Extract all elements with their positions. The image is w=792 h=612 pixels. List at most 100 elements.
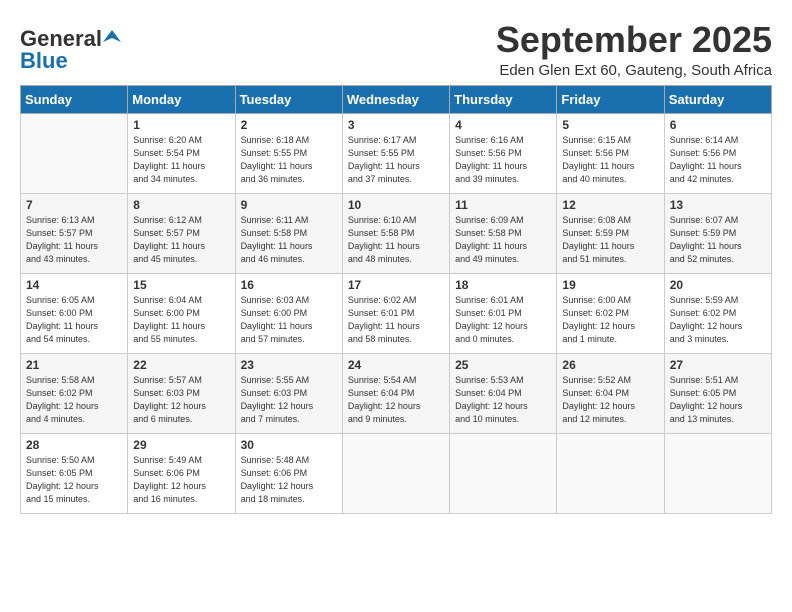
calendar-cell: 18Sunrise: 6:01 AMSunset: 6:01 PMDayligh… — [450, 273, 557, 353]
day-number: 19 — [562, 278, 658, 292]
day-number: 3 — [348, 118, 444, 132]
day-number: 4 — [455, 118, 551, 132]
day-number: 30 — [241, 438, 337, 452]
day-info: Sunrise: 6:16 AMSunset: 5:56 PMDaylight:… — [455, 134, 551, 186]
day-header-monday: Monday — [128, 85, 235, 113]
calendar-cell: 10 Sunrise: 6:10 AMSunset: 5:58 PMDayligh… — [342, 193, 449, 273]
calendar-week-4: 21 Sunrise: 5:58 AMSunset: 6:02 PMDayligh… — [21, 353, 772, 433]
calendar-cell: 9 Sunrise: 6:11 AMSunset: 5:58 PMDaylight… — [235, 193, 342, 273]
calendar-cell — [342, 433, 449, 513]
calendar-cell — [450, 433, 557, 513]
day-info: Sunrise: 5:48 AMSunset: 6:06 PMDaylight:… — [241, 454, 337, 506]
calendar-cell: 29 Sunrise: 5:49 AMSunset: 6:06 PMDayligh… — [128, 433, 235, 513]
day-header-wednesday: Wednesday — [342, 85, 449, 113]
calendar-week-2: 7Sunrise: 6:13 AMSunset: 5:57 PMDaylight… — [21, 193, 772, 273]
calendar-cell: 3 Sunrise: 6:17 AMSunset: 5:55 PMDaylight… — [342, 113, 449, 193]
calendar-cell: 23 Sunrise: 5:55 AMSunset: 6:03 PMDayligh… — [235, 353, 342, 433]
day-number: 20 — [670, 278, 766, 292]
day-info: Sunrise: 6:00 AMSunset: 6:02 PMDaylight:… — [562, 294, 658, 346]
day-info: Sunrise: 5:52 AMSunset: 6:04 PMDaylight:… — [562, 374, 658, 426]
day-info: Sunrise: 6:18 AMSunset: 5:55 PMDaylight:… — [241, 134, 337, 186]
day-number: 13 — [670, 198, 766, 212]
day-info: Sunrise: 6:10 AMSunset: 5:58 PMDaylight:… — [348, 214, 444, 266]
day-info: Sunrise: 5:50 AMSunset: 6:05 PMDaylight:… — [26, 454, 122, 506]
day-info: Sunrise: 6:03 AMSunset: 6:00 PMDaylight:… — [241, 294, 337, 346]
day-header-sunday: Sunday — [21, 85, 128, 113]
location-title: Eden Glen Ext 60, Gauteng, South Africa — [496, 62, 772, 79]
calendar-table: SundayMondayTuesdayWednesdayThursdayFrid… — [20, 85, 772, 514]
calendar-header-row: SundayMondayTuesdayWednesdayThursdayFrid… — [21, 85, 772, 113]
day-info: Sunrise: 6:15 AMSunset: 5:56 PMDaylight:… — [562, 134, 658, 186]
calendar-cell: 6 Sunrise: 6:14 AMSunset: 5:56 PMDaylight… — [664, 113, 771, 193]
calendar-cell: 21 Sunrise: 5:58 AMSunset: 6:02 PMDayligh… — [21, 353, 128, 433]
calendar-cell: 11 Sunrise: 6:09 AMSunset: 5:58 PMDayligh… — [450, 193, 557, 273]
day-info: Sunrise: 5:58 AMSunset: 6:02 PMDaylight:… — [26, 374, 122, 426]
day-number: 14 — [26, 278, 122, 292]
day-info: Sunrise: 6:14 AMSunset: 5:56 PMDaylight:… — [670, 134, 766, 186]
day-info: Sunrise: 5:59 AMSunset: 6:02 PMDaylight:… — [670, 294, 766, 346]
logo-blue-text: Blue — [20, 50, 68, 72]
day-number: 16 — [241, 278, 337, 292]
logo-bird-icon — [103, 28, 121, 46]
day-number: 25 — [455, 358, 551, 372]
day-info: Sunrise: 6:09 AMSunset: 5:58 PMDaylight:… — [455, 214, 551, 266]
calendar-cell — [557, 433, 664, 513]
day-number: 12 — [562, 198, 658, 212]
day-number: 26 — [562, 358, 658, 372]
day-header-thursday: Thursday — [450, 85, 557, 113]
calendar-cell: 30 Sunrise: 5:48 AMSunset: 6:06 PMDayligh… — [235, 433, 342, 513]
calendar-cell: 2 Sunrise: 6:18 AMSunset: 5:55 PMDaylight… — [235, 113, 342, 193]
calendar-cell: 5 Sunrise: 6:15 AMSunset: 5:56 PMDaylight… — [557, 113, 664, 193]
day-number: 11 — [455, 198, 551, 212]
day-info: Sunrise: 5:55 AMSunset: 6:03 PMDaylight:… — [241, 374, 337, 426]
calendar-cell: 1Sunrise: 6:20 AMSunset: 5:54 PMDaylight… — [128, 113, 235, 193]
day-number: 17 — [348, 278, 444, 292]
day-number: 2 — [241, 118, 337, 132]
day-number: 5 — [562, 118, 658, 132]
calendar-week-1: 1Sunrise: 6:20 AMSunset: 5:54 PMDaylight… — [21, 113, 772, 193]
calendar-cell: 26 Sunrise: 5:52 AMSunset: 6:04 PMDayligh… — [557, 353, 664, 433]
day-info: Sunrise: 6:20 AMSunset: 5:54 PMDaylight:… — [133, 134, 229, 186]
day-info: Sunrise: 5:49 AMSunset: 6:06 PMDaylight:… — [133, 454, 229, 506]
day-number: 10 — [348, 198, 444, 212]
day-info: Sunrise: 6:13 AMSunset: 5:57 PMDaylight:… — [26, 214, 122, 266]
calendar-cell: 27 Sunrise: 5:51 AMSunset: 6:05 PMDayligh… — [664, 353, 771, 433]
month-title: September 2025 — [496, 20, 772, 60]
calendar-cell: 8 Sunrise: 6:12 AMSunset: 5:57 PMDaylight… — [128, 193, 235, 273]
day-number: 29 — [133, 438, 229, 452]
day-info: Sunrise: 6:08 AMSunset: 5:59 PMDaylight:… — [562, 214, 658, 266]
day-info: Sunrise: 6:12 AMSunset: 5:57 PMDaylight:… — [133, 214, 229, 266]
day-number: 8 — [133, 198, 229, 212]
calendar-cell: 14Sunrise: 6:05 AMSunset: 6:00 PMDayligh… — [21, 273, 128, 353]
day-header-tuesday: Tuesday — [235, 85, 342, 113]
day-number: 23 — [241, 358, 337, 372]
day-info: Sunrise: 5:57 AMSunset: 6:03 PMDaylight:… — [133, 374, 229, 426]
day-info: Sunrise: 6:04 AMSunset: 6:00 PMDaylight:… — [133, 294, 229, 346]
header: General Blue September 2025 Eden Glen Ex… — [20, 20, 772, 79]
day-number: 6 — [670, 118, 766, 132]
calendar-cell: 22Sunrise: 5:57 AMSunset: 6:03 PMDayligh… — [128, 353, 235, 433]
calendar-cell — [21, 113, 128, 193]
day-info: Sunrise: 6:11 AMSunset: 5:58 PMDaylight:… — [241, 214, 337, 266]
day-info: Sunrise: 6:02 AMSunset: 6:01 PMDaylight:… — [348, 294, 444, 346]
day-number: 27 — [670, 358, 766, 372]
calendar-cell: 4 Sunrise: 6:16 AMSunset: 5:56 PMDaylight… — [450, 113, 557, 193]
calendar-cell: 15 Sunrise: 6:04 AMSunset: 6:00 PMDayligh… — [128, 273, 235, 353]
logo-general-text: General — [20, 28, 102, 50]
logo: General Blue — [20, 28, 121, 72]
calendar-cell: 16 Sunrise: 6:03 AMSunset: 6:00 PMDayligh… — [235, 273, 342, 353]
calendar-cell: 25Sunrise: 5:53 AMSunset: 6:04 PMDayligh… — [450, 353, 557, 433]
calendar-cell: 7Sunrise: 6:13 AMSunset: 5:57 PMDaylight… — [21, 193, 128, 273]
calendar-cell: 13Sunrise: 6:07 AMSunset: 5:59 PMDayligh… — [664, 193, 771, 273]
calendar-week-5: 28Sunrise: 5:50 AMSunset: 6:05 PMDayligh… — [21, 433, 772, 513]
day-info: Sunrise: 5:51 AMSunset: 6:05 PMDaylight:… — [670, 374, 766, 426]
title-area: September 2025 Eden Glen Ext 60, Gauteng… — [496, 20, 772, 79]
day-number: 9 — [241, 198, 337, 212]
day-number: 15 — [133, 278, 229, 292]
day-number: 18 — [455, 278, 551, 292]
day-header-saturday: Saturday — [664, 85, 771, 113]
day-info: Sunrise: 6:17 AMSunset: 5:55 PMDaylight:… — [348, 134, 444, 186]
calendar-cell: 19 Sunrise: 6:00 AMSunset: 6:02 PMDayligh… — [557, 273, 664, 353]
day-number: 21 — [26, 358, 122, 372]
day-number: 24 — [348, 358, 444, 372]
